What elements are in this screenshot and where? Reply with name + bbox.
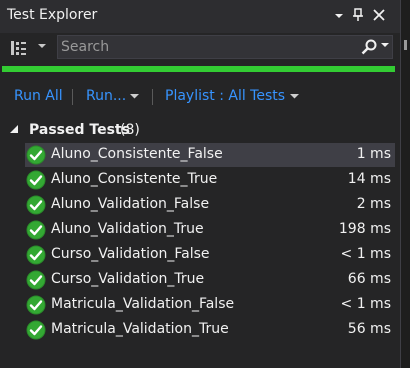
test-name: Curso_Validation_False	[51, 246, 210, 262]
group-title: Passed Tests	[29, 122, 130, 138]
action-bar: Run All Run... Playlist : All Tests	[0, 80, 400, 112]
test-name: Aluno_Validation_False	[51, 196, 210, 212]
toolbar	[0, 33, 400, 62]
search-button[interactable]	[361, 39, 377, 55]
test-name: Aluno_Consistente_True	[51, 171, 218, 187]
group-by-button[interactable]	[10, 39, 28, 57]
group-by-icon	[11, 41, 26, 55]
test-progress-fill	[2, 66, 395, 72]
window-title: Test Explorer	[7, 7, 98, 23]
passed-check-icon	[26, 195, 46, 215]
pin-button[interactable]	[350, 6, 366, 24]
passed-check-icon	[26, 220, 46, 240]
passed-check-icon	[26, 270, 46, 290]
passed-check-icon	[26, 145, 46, 165]
run-menu-label: Run...	[86, 88, 127, 104]
test-duration: 2 ms	[356, 196, 391, 212]
window-menu-button[interactable]	[331, 6, 347, 24]
group-by-dropdown[interactable]	[38, 39, 46, 57]
test-name: Matricula_Validation_True	[51, 321, 229, 337]
chevron-down-icon	[290, 94, 300, 99]
search-icon	[361, 39, 377, 55]
passed-check-icon	[26, 170, 46, 190]
close-button[interactable]	[371, 6, 387, 24]
test-row[interactable]: Curso_Validation_False < 1 ms	[25, 243, 395, 267]
passed-check-icon	[26, 295, 46, 315]
test-row[interactable]: Aluno_Consistente_True 14 ms	[25, 168, 395, 192]
test-duration: < 1 ms	[340, 296, 391, 312]
chevron-down-icon	[335, 14, 343, 18]
test-row[interactable]: Aluno_Validation_False 2 ms	[25, 193, 395, 217]
chevron-down-icon	[381, 43, 389, 47]
test-row[interactable]: Aluno_Consistente_False 1 ms	[25, 143, 395, 167]
test-row[interactable]: Aluno_Validation_True 198 ms	[25, 218, 395, 242]
title-bar: Test Explorer	[0, 0, 400, 33]
test-duration: 1 ms	[356, 146, 391, 162]
passed-tests-group[interactable]: Passed Tests (8)	[0, 119, 400, 141]
test-name: Matricula_Validation_False	[51, 296, 235, 312]
test-progress-bar	[2, 66, 395, 72]
chevron-down-icon	[130, 94, 140, 99]
editor-edge-mark	[404, 40, 407, 50]
divider	[72, 89, 73, 105]
test-row[interactable]: Matricula_Validation_False < 1 ms	[25, 293, 395, 317]
passed-check-icon	[26, 245, 46, 265]
test-name: Aluno_Validation_True	[51, 221, 204, 237]
test-duration: < 1 ms	[340, 246, 391, 262]
close-icon	[373, 9, 385, 21]
playlist-menu-label: Playlist : All Tests	[165, 88, 286, 104]
search-input[interactable]	[61, 38, 351, 56]
pin-icon	[353, 8, 363, 21]
run-all-link[interactable]: Run All	[14, 88, 63, 104]
passed-check-icon	[26, 320, 46, 340]
test-name: Aluno_Consistente_False	[51, 146, 223, 162]
test-name: Curso_Validation_True	[51, 271, 205, 287]
search-box	[57, 35, 393, 59]
playlist-menu-link[interactable]: Playlist : All Tests	[165, 88, 300, 104]
test-duration: 14 ms	[347, 171, 391, 187]
group-count: (8)	[120, 122, 140, 138]
editor-edge	[400, 0, 410, 368]
test-row[interactable]: Matricula_Validation_True 56 ms	[25, 318, 395, 342]
divider	[152, 89, 153, 105]
run-menu-link[interactable]: Run...	[86, 88, 140, 104]
chevron-down-icon	[38, 44, 46, 48]
test-row[interactable]: Curso_Validation_True 66 ms	[25, 268, 395, 292]
search-options-dropdown[interactable]	[381, 39, 389, 55]
collapse-triangle-icon[interactable]	[8, 123, 20, 135]
test-duration: 66 ms	[347, 271, 391, 287]
test-duration: 56 ms	[347, 321, 391, 337]
test-duration: 198 ms	[338, 221, 391, 237]
